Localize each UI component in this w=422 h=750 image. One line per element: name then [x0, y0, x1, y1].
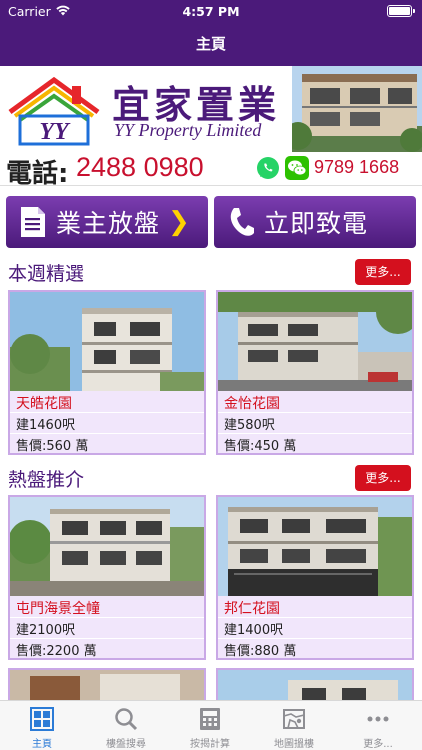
- phone-icon: [230, 208, 254, 236]
- calculator-icon: [200, 708, 220, 730]
- phone-label: 電話:: [6, 159, 69, 189]
- tab-more[interactable]: 更多...: [336, 701, 420, 750]
- property-name: 邦仁花園: [224, 601, 280, 617]
- divider: [218, 433, 412, 434]
- property-name: 金怡花園: [224, 396, 280, 412]
- property-card[interactable]: 天皓花園 建1460呎 售價:560 萬: [8, 290, 206, 455]
- property-photo: [10, 292, 204, 391]
- property-area: 建1400呎: [224, 623, 284, 638]
- banner-house-photo: [292, 66, 422, 152]
- battery-icon: [387, 5, 415, 17]
- property-price: 售價:880 萬: [224, 644, 297, 659]
- navigation-bar: Carrier 4:57 PM 主頁: [0, 0, 422, 66]
- property-photo: [218, 292, 412, 391]
- whatsapp-icon[interactable]: [256, 156, 280, 180]
- call-now-label: 立即致電: [264, 209, 369, 238]
- wechat-icon[interactable]: [285, 156, 309, 180]
- tab-mortgage[interactable]: 按揭計算: [168, 701, 252, 750]
- divider: [10, 638, 204, 639]
- property-area: 建2100呎: [16, 623, 76, 638]
- more-button-weekly[interactable]: 更多...: [355, 259, 411, 285]
- status-bar: Carrier 4:57 PM: [0, 0, 422, 22]
- list-property-button[interactable]: 業主放盤 ❯: [6, 196, 208, 248]
- property-photo: [218, 497, 412, 596]
- call-now-button[interactable]: 立即致電: [214, 196, 416, 248]
- list-property-label: 業主放盤: [56, 209, 161, 238]
- more-icon: [367, 716, 389, 722]
- tab-search[interactable]: 樓盤搜尋: [84, 701, 168, 750]
- divider: [10, 433, 204, 434]
- tab-home[interactable]: 主頁: [0, 701, 84, 750]
- tab-label: 更多...: [363, 739, 393, 750]
- page-title: 主頁: [195, 35, 226, 53]
- tab-label: 地圖搵樓: [274, 739, 314, 750]
- property-area: 建1460呎: [16, 418, 76, 433]
- divider: [10, 617, 204, 618]
- tab-label: 樓盤搜尋: [106, 739, 146, 750]
- brand-name-en: YY Property Limited: [114, 120, 262, 140]
- property-photo: [10, 497, 204, 596]
- map-icon: [283, 709, 305, 729]
- property-price: 售價:450 萬: [224, 439, 297, 454]
- search-icon: [115, 708, 138, 731]
- contact-row: 電話: 2488 0980 9789 1668: [0, 152, 422, 189]
- property-name: 屯門海景全幢: [16, 601, 100, 617]
- divider: [218, 412, 412, 413]
- document-icon: [21, 207, 45, 237]
- mobile-number-link[interactable]: 9789 1668: [314, 157, 399, 178]
- status-time: 4:57 PM: [182, 4, 240, 19]
- phone-number-link[interactable]: 2488 0980: [76, 152, 204, 183]
- property-price: 售價:2200 萬: [16, 644, 97, 659]
- logo-letters: YY: [39, 119, 71, 145]
- property-card[interactable]: 屯門海景全幢 建2100呎 售價:2200 萬: [8, 495, 206, 660]
- divider: [10, 412, 204, 413]
- property-card[interactable]: 金怡花園 建580呎 售價:450 萬: [216, 290, 414, 455]
- tab-label: 主頁: [32, 739, 52, 750]
- tab-label: 按揭計算: [190, 739, 230, 750]
- divider: [218, 617, 412, 618]
- app-screen: Carrier 4:57 PM 主頁 YY 宜家置業 YY Property L…: [0, 0, 422, 750]
- section-title-hot: 熱盤推介: [8, 469, 85, 491]
- logo-house-icon: YY: [8, 76, 100, 146]
- property-name: 天皓花園: [16, 396, 72, 412]
- chevron-right-icon: ❯: [168, 207, 190, 237]
- section-title-weekly: 本週精選: [8, 263, 85, 285]
- divider: [218, 638, 412, 639]
- tab-map[interactable]: 地圖搵樓: [252, 701, 336, 750]
- property-price: 售價:560 萬: [16, 439, 89, 454]
- brand-banner: YY 宜家置業 YY Property Limited: [0, 66, 422, 152]
- more-button-hot[interactable]: 更多...: [355, 465, 411, 491]
- property-area: 建580呎: [224, 418, 275, 433]
- property-card[interactable]: 邦仁花園 建1400呎 售價:880 萬: [216, 495, 414, 660]
- home-grid-icon: [30, 707, 54, 731]
- tab-bar: 主頁 樓盤搜尋 按揭計算 地圖搵樓 更多...: [0, 700, 422, 750]
